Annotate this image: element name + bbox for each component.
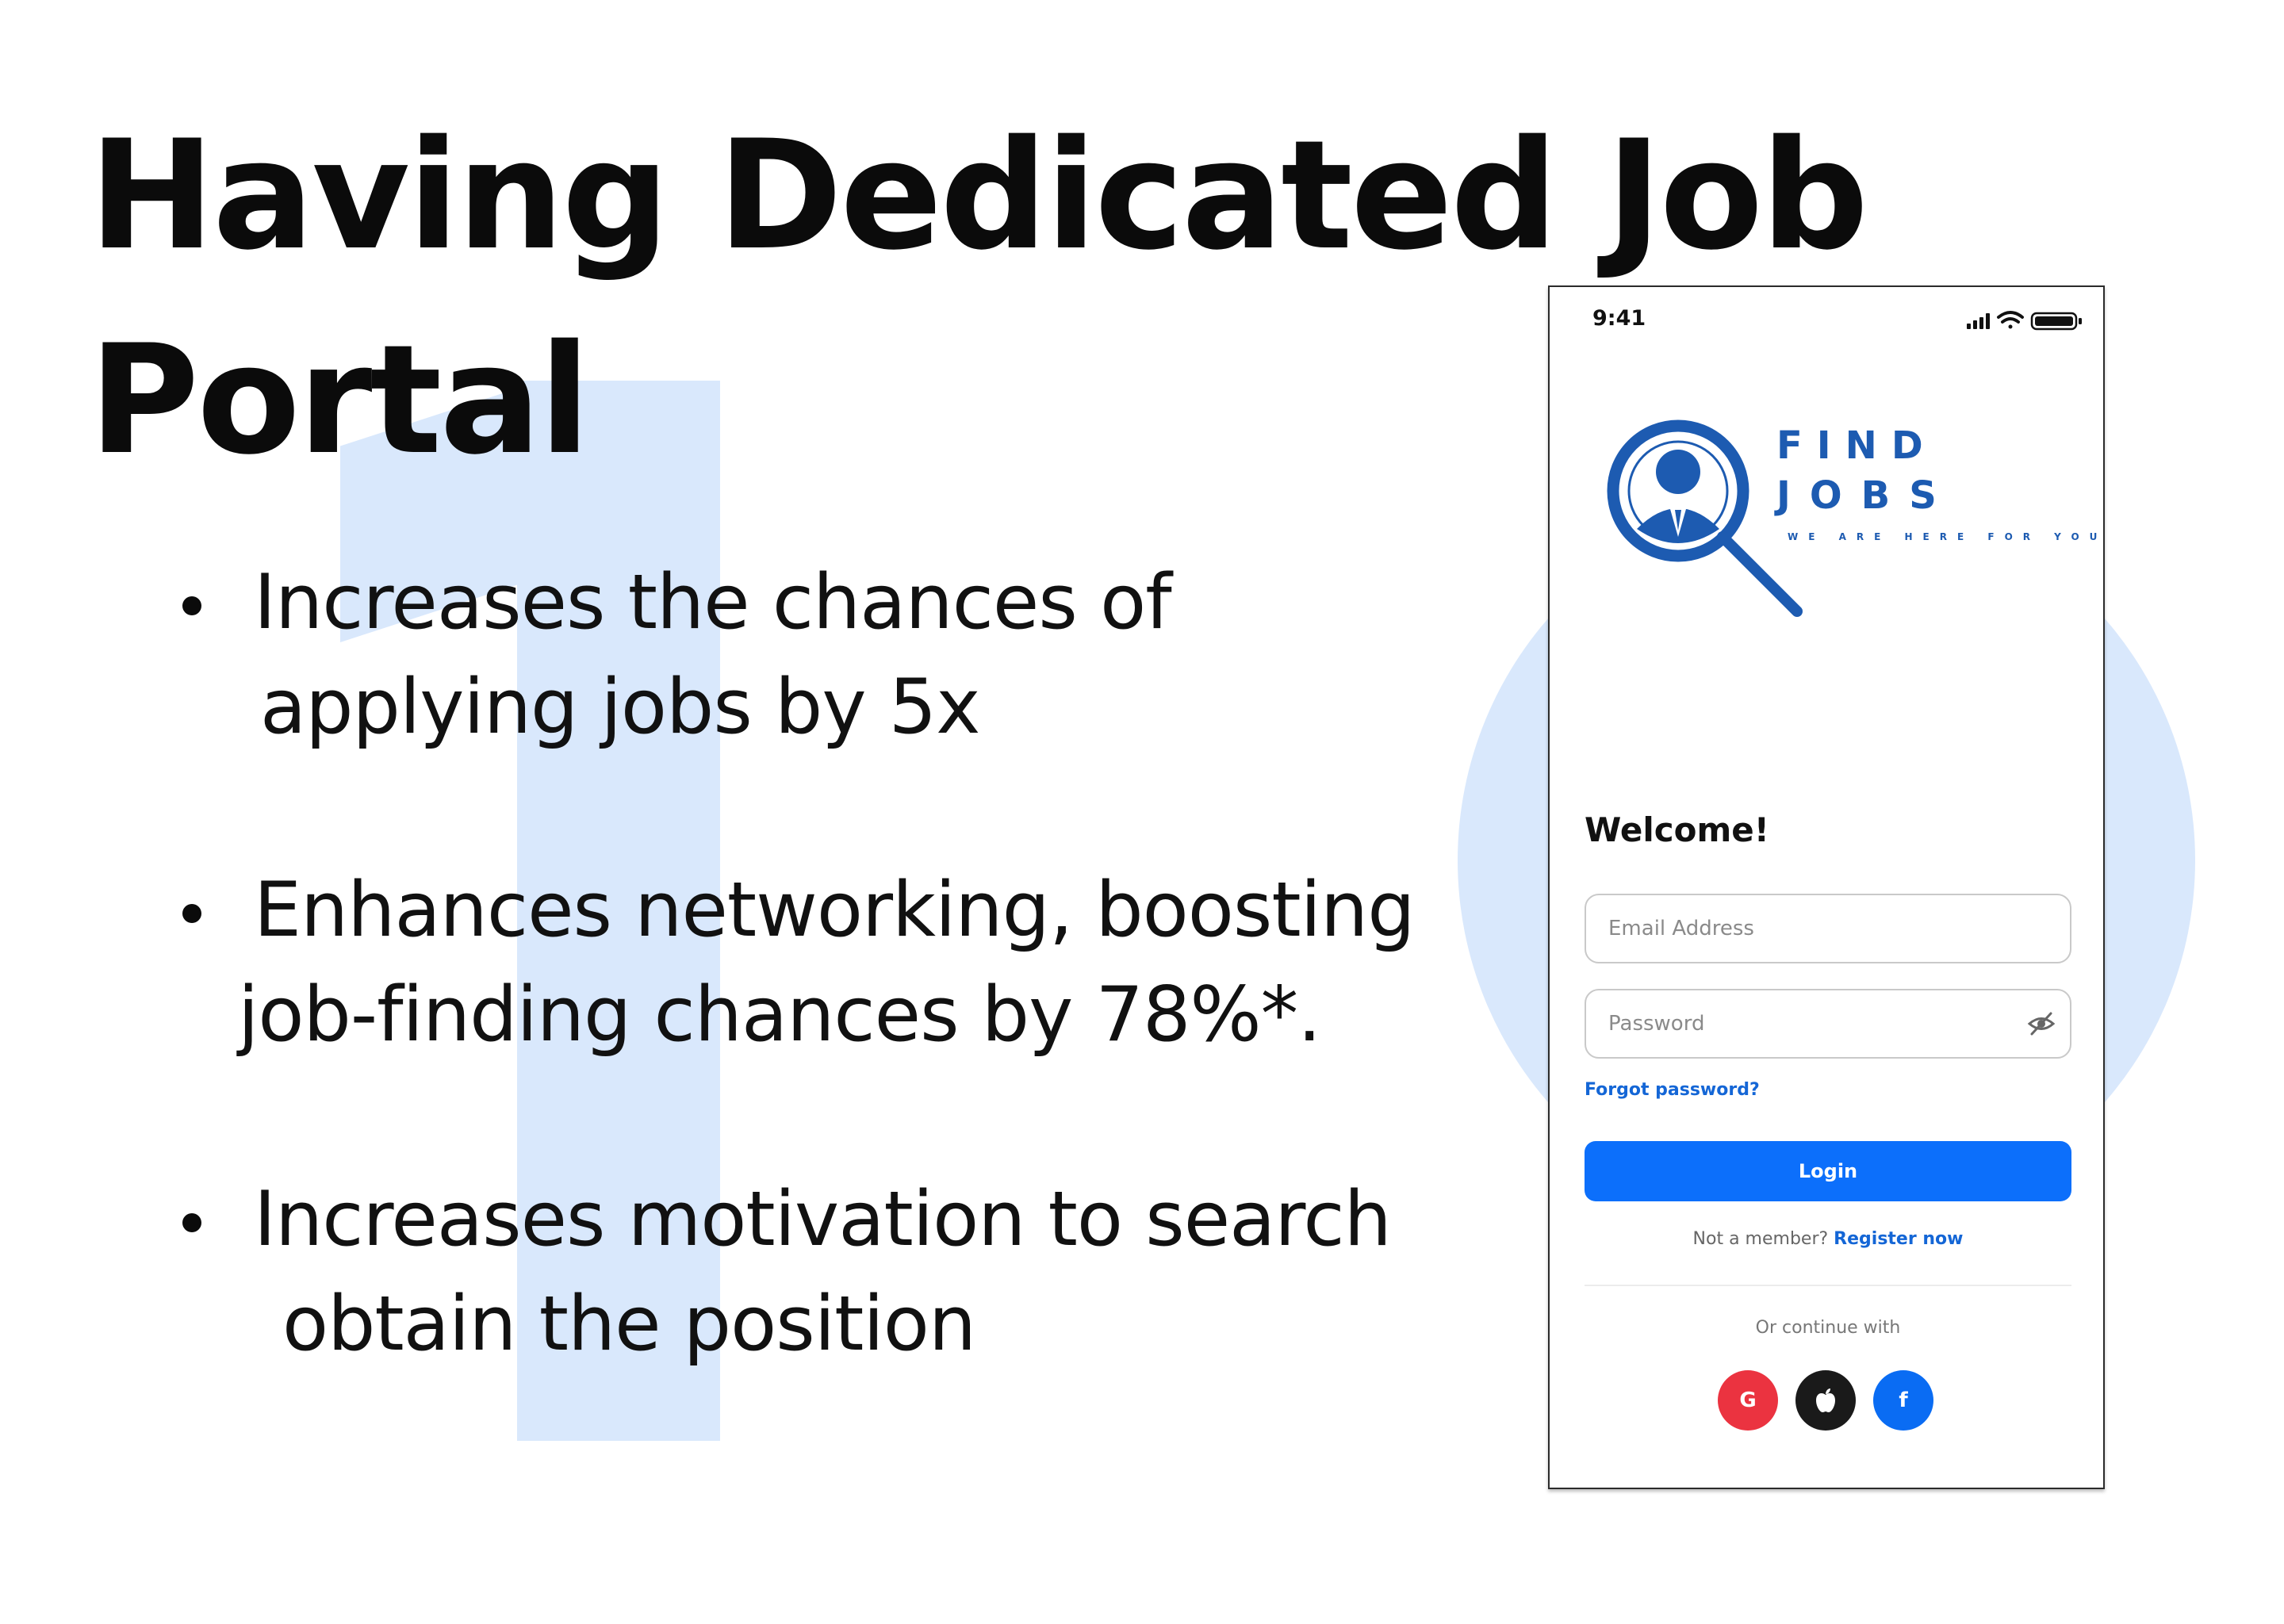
google-icon: G: [1739, 1388, 1757, 1412]
register-now-link[interactable]: Register now: [1834, 1229, 1963, 1249]
brand-tagline: WE ARE HERE FOR YOU: [1788, 531, 2108, 542]
bullet-1-line-1: Increases the chances of: [254, 559, 1172, 646]
bullet-2-line-1: Enhances networking, boosting: [254, 867, 1416, 954]
status-bar-icons: [1967, 311, 2082, 331]
bullet-2-line-2: job-finding chances by 78%*.: [238, 971, 1321, 1059]
slide-title-line-1: Having Dedicated Job: [89, 108, 1868, 283]
brand-line-1: FIND: [1776, 423, 1937, 468]
bullet-3-line-1: Increases motivation to search: [254, 1176, 1392, 1263]
slide-title-line-2: Portal: [89, 312, 591, 488]
apple-login-button[interactable]: [1795, 1370, 1856, 1431]
apple-icon: [1816, 1388, 1835, 1412]
eye-off-icon[interactable]: [2027, 1010, 2056, 1037]
register-prompt: Not a member?: [1692, 1229, 1829, 1249]
brand-line-2: JOBS: [1776, 473, 1956, 518]
bullet-dot: [182, 596, 201, 615]
phone-mockup: 9:41 FIND JOBS WE ARE HERE FOR YOU Welco: [1548, 285, 2105, 1489]
facebook-icon: f: [1899, 1388, 1908, 1412]
bullet-dot: [182, 904, 201, 923]
bullet-3-line-2: obtain the position: [282, 1281, 976, 1368]
forgot-password-link[interactable]: Forgot password?: [1585, 1080, 1760, 1100]
divider: [1585, 1285, 2071, 1286]
login-button-label: Login: [1798, 1160, 1858, 1182]
status-time: 9:41: [1592, 306, 1646, 331]
facebook-login-button[interactable]: f: [1873, 1370, 1933, 1431]
continue-with-label: Or continue with: [1755, 1318, 1901, 1338]
bullet-1-line-2: applying jobs by 5x: [260, 664, 980, 751]
wifi-icon: [1997, 311, 2024, 329]
email-field[interactable]: [1585, 894, 2071, 963]
signal-icon: [1967, 313, 1990, 329]
battery-icon: [2030, 312, 2082, 331]
welcome-heading: Welcome!: [1585, 810, 1769, 849]
login-button[interactable]: Login: [1585, 1141, 2071, 1201]
password-field[interactable]: [1585, 989, 2071, 1059]
bullet-dot: [182, 1213, 201, 1232]
register-row: Not a member? Register now: [1585, 1229, 2071, 1249]
google-login-button[interactable]: G: [1718, 1370, 1778, 1431]
